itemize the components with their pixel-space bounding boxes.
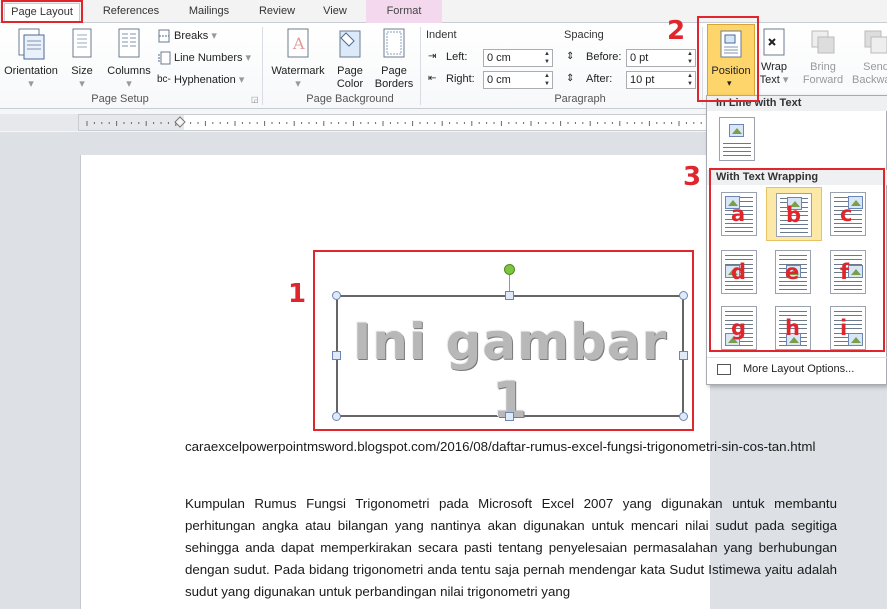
spin-arrows-icon[interactable]: ▲ ▼ xyxy=(687,50,693,66)
indent-left-label: Left: xyxy=(446,51,468,63)
page-color-label: Page Color xyxy=(336,65,364,90)
page-borders-icon xyxy=(383,28,405,58)
size-icon xyxy=(72,28,92,58)
hyphenation-button[interactable]: bc- Hyphenation ▾ xyxy=(157,71,244,89)
more-layout-label: More Layout Options... xyxy=(743,363,855,375)
breaks-button[interactable]: Breaks ▾ xyxy=(157,27,217,45)
spacing-after-value: 10 pt xyxy=(630,74,655,86)
hyphenation-icon: bc- xyxy=(157,74,171,86)
tab-references[interactable]: References xyxy=(90,3,172,23)
send-backward-icon xyxy=(864,30,887,54)
bring-forward-button[interactable]: Bring Forward xyxy=(796,27,850,87)
indent-right-value: 0 cm xyxy=(487,74,511,86)
horizontal-ruler[interactable] xyxy=(78,114,708,131)
indent-right-icon: ⇤ xyxy=(428,73,437,84)
orientation-button[interactable]: Orientation ▾ xyxy=(0,27,62,91)
indent-right-input[interactable]: 0 cm ▲ ▼ xyxy=(483,71,553,89)
annotation-box-3 xyxy=(709,168,885,352)
line-numbers-label: Line Numbers xyxy=(174,52,243,64)
annotation-number-3: 3 xyxy=(683,162,702,192)
bring-forward-label: Bring Forward xyxy=(802,61,844,86)
group-separator xyxy=(262,27,263,105)
ruler-margin xyxy=(0,114,78,131)
page-color-button[interactable]: Page Color xyxy=(330,27,370,91)
orientation-label: Orientation xyxy=(4,65,58,77)
send-backward-label: Send Backward xyxy=(852,61,887,86)
spacing-before-value: 0 pt xyxy=(630,52,649,64)
annotation-box-2 xyxy=(697,16,759,102)
annotation-number-1: 1 xyxy=(288,279,307,309)
spacing-before-icon: ⇕ xyxy=(566,51,575,62)
body-paragraph: Kumpulan Rumus Fungsi Trigonometri pada … xyxy=(185,496,837,599)
spacing-after-label: After: xyxy=(586,73,613,85)
send-backward-button[interactable]: Send Backward xyxy=(852,27,887,87)
columns-icon xyxy=(118,28,140,58)
watermark-icon: A xyxy=(287,28,309,58)
inline-with-text-option[interactable] xyxy=(719,117,755,161)
indent-right-label: Right: xyxy=(446,73,475,85)
chevron-down-icon: ▾ xyxy=(126,78,132,90)
spacing-after-input[interactable]: 10 pt ▲ ▼ xyxy=(626,71,696,89)
tab-review[interactable]: Review xyxy=(250,3,304,23)
hyphenation-label: Hyphenation xyxy=(174,74,236,86)
annotation-number-2: 2 xyxy=(667,16,686,46)
orientation-icon xyxy=(18,28,45,60)
breaks-icon xyxy=(158,29,170,43)
columns-label: Columns xyxy=(107,65,151,77)
dialog-launcher-icon[interactable]: ◲ xyxy=(251,95,259,104)
chevron-down-icon: ▾ xyxy=(28,78,34,90)
chevron-down-icon: ▾ xyxy=(295,78,301,90)
watermark-button[interactable]: A Watermark ▾ xyxy=(266,27,330,91)
spacing-after-icon: ⇕ xyxy=(566,73,575,84)
spin-arrows-icon[interactable]: ▲ ▼ xyxy=(544,72,550,88)
page-borders-button[interactable]: Page Borders xyxy=(372,27,416,91)
breaks-label: Breaks xyxy=(174,30,209,42)
watermark-label: Watermark xyxy=(271,65,325,77)
line-numbers-icon xyxy=(158,51,171,65)
chevron-down-icon: ▾ xyxy=(79,78,85,90)
bring-forward-icon xyxy=(811,30,835,54)
more-layout-options-item[interactable]: More Layout Options... xyxy=(707,357,887,379)
indent-left-input[interactable]: 0 cm ▲ ▼ xyxy=(483,49,553,67)
group-separator xyxy=(420,27,421,105)
line-numbers-button[interactable]: Line Numbers ▾ xyxy=(157,49,251,67)
size-label: Size xyxy=(71,65,93,77)
paragraph-group-label: Paragraph xyxy=(554,93,606,105)
layout-options-icon xyxy=(717,364,731,375)
tab-view[interactable]: View xyxy=(312,3,358,23)
page-setup-group-label: Page Setup xyxy=(91,93,149,105)
spacing-before-input[interactable]: 0 pt ▲ ▼ xyxy=(626,49,696,67)
annotation-box-tab xyxy=(1,0,83,23)
svg-text:A: A xyxy=(292,34,305,53)
indent-left-icon: ⇥ xyxy=(428,51,437,62)
size-button[interactable]: Size ▾ xyxy=(64,27,100,91)
columns-button[interactable]: Columns ▾ xyxy=(104,27,154,91)
tab-format[interactable]: Format xyxy=(366,0,442,23)
wrap-text-icon xyxy=(763,28,785,56)
spin-arrows-icon[interactable]: ▲ ▼ xyxy=(687,72,693,88)
tab-mailings[interactable]: Mailings xyxy=(178,3,240,23)
indent-left-value: 0 cm xyxy=(487,52,511,64)
annotation-box-1 xyxy=(313,250,694,431)
page-background-group-label: Page Background xyxy=(306,93,394,105)
spacing-before-label: Before: xyxy=(586,51,622,63)
page-borders-label: Page Borders xyxy=(374,65,414,90)
spacing-header: Spacing xyxy=(564,29,604,41)
url-paragraph: caraexcelpowerpointmsword.blogspot.com/2… xyxy=(185,439,816,454)
spin-arrows-icon[interactable]: ▲ ▼ xyxy=(544,50,550,66)
page-color-icon xyxy=(339,30,361,58)
indent-header: Indent xyxy=(426,29,457,41)
wrap-text-button[interactable]: Wrap Text ▾ xyxy=(756,27,792,87)
